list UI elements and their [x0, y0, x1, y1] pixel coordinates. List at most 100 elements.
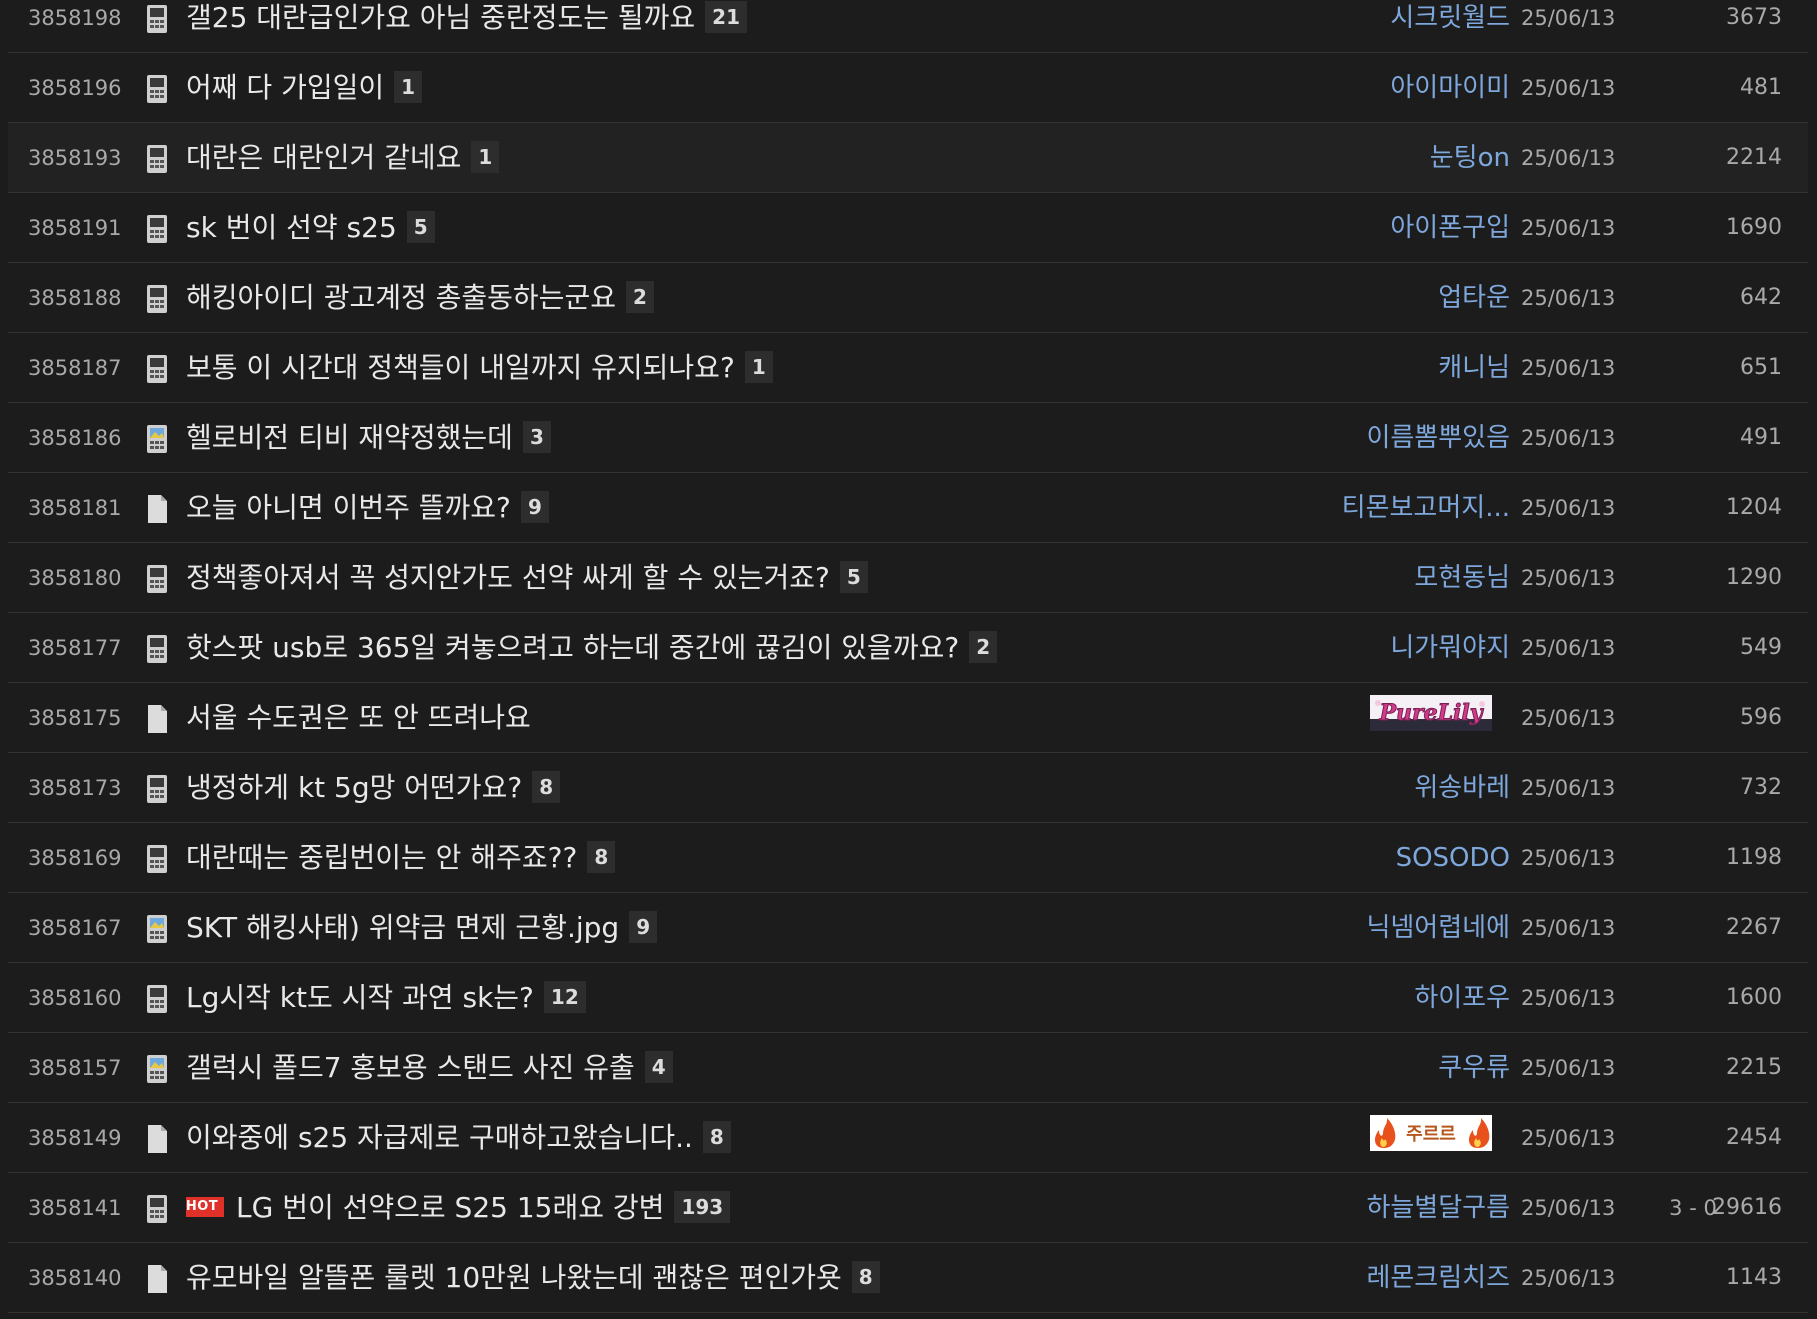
author-name[interactable]: 티몬보고머지...	[1250, 473, 1510, 543]
author-name[interactable]: 아이폰구입	[1250, 193, 1510, 263]
post-title[interactable]: 정책좋아져서 꼭 성지안가도 선약 싸게 할 수 있는거죠?	[186, 561, 830, 594]
comment-count[interactable]: 2	[625, 281, 654, 313]
comment-count[interactable]: 8	[851, 1261, 880, 1293]
post-title-link[interactable]: 유모바일 알뜰폰 룰렛 10만원 나왔는데 괜찮은 편인가욧 8	[186, 1243, 1316, 1313]
post-row[interactable]: 3858193 대란은 대란인거 같네요 1 눈팅on 25/06/13 2214	[8, 123, 1808, 193]
comment-count[interactable]: 3	[522, 421, 551, 453]
author-name[interactable]: 위송바레	[1250, 753, 1510, 823]
author-name[interactable]: 니가뭐야지	[1250, 613, 1510, 683]
author-name[interactable]: 모현동님	[1250, 543, 1510, 613]
post-date: 25/06/13	[1521, 706, 1616, 730]
post-title-link[interactable]: HOT LG 번이 선약으로 S25 15래요 강변 193	[186, 1173, 1316, 1243]
comment-count[interactable]: 4	[644, 1051, 673, 1083]
comment-count[interactable]: 21	[705, 1, 747, 33]
author-name[interactable]: 하이포우	[1250, 963, 1510, 1033]
post-title-link[interactable]: 이와중에 s25 자급제로 구매하고왔습니다.. 8	[186, 1103, 1316, 1173]
post-row[interactable]: 3858198 갤25 대란급인가요 아님 중란정도는 될까요 21 시크릿월드 …	[8, 0, 1808, 53]
author-name[interactable]: 눈팅on	[1250, 123, 1510, 193]
post-title[interactable]: LG 번이 선약으로 S25 15래요 강변	[236, 1191, 664, 1224]
post-row[interactable]: 3858187 보통 이 시간대 정책들이 내일까지 유지되나요? 1 캐니님 2…	[8, 333, 1808, 403]
post-date: 25/06/13	[1521, 76, 1616, 100]
post-title[interactable]: 이와중에 s25 자급제로 구매하고왔습니다..	[186, 1121, 693, 1154]
comment-count[interactable]: 2	[969, 631, 998, 663]
post-row[interactable]: 3858167 SKT 해킹사태) 위약금 면제 근황.jpg 9 닉넴어렵네에 …	[8, 893, 1808, 963]
author-name[interactable]: 쿠우류	[1250, 1033, 1510, 1103]
post-title[interactable]: 유모바일 알뜰폰 룰렛 10만원 나왔는데 괜찮은 편인가욧	[186, 1261, 842, 1294]
comment-count[interactable]: 8	[587, 841, 616, 873]
author-name[interactable]: 업타운	[1250, 263, 1510, 333]
post-row[interactable]: 3858160 Lg시작 kt도 시작 과연 sk는? 12 하이포우 25/06…	[8, 963, 1808, 1033]
post-title-link[interactable]: 핫스팟 usb로 365일 켜놓으려고 하는데 중간에 끊김이 있을까요? 2	[186, 613, 1316, 683]
post-title-link[interactable]: 보통 이 시간대 정책들이 내일까지 유지되나요? 1	[186, 333, 1316, 403]
post-row[interactable]: 3858196 어째 다 가입일이 1 아이마이미 25/06/13 481	[8, 53, 1808, 123]
post-title[interactable]: 보통 이 시간대 정책들이 내일까지 유지되나요?	[186, 351, 735, 384]
author-name[interactable]: 레몬크림치즈	[1250, 1243, 1510, 1313]
post-title[interactable]: 오늘 아니면 이번주 뜰까요?	[186, 491, 511, 524]
post-title[interactable]: 갤25 대란급인가요 아님 중란정도는 될까요	[186, 1, 695, 34]
post-title-link[interactable]: 어째 다 가입일이 1	[186, 53, 1316, 123]
post-title[interactable]: 대란은 대란인거 같네요	[186, 141, 461, 174]
post-row[interactable]: 3858169 대란때는 중립번이는 안 해주죠?? 8 SOSODO 25/06…	[8, 823, 1808, 893]
post-row[interactable]: 3858157 갤럭시 폴드7 홍보용 스탠드 사진 유출 4 쿠우류 25/06…	[8, 1033, 1808, 1103]
comment-count[interactable]: 1	[744, 351, 773, 383]
post-title[interactable]: SKT 해킹사태) 위약금 면제 근황.jpg	[186, 911, 619, 944]
comment-count[interactable]: 9	[520, 491, 549, 523]
post-date: 25/06/13	[1521, 146, 1616, 170]
author-nickname-image[interactable]: 주르르	[1370, 1115, 1510, 1157]
post-title-link[interactable]: Lg시작 kt도 시작 과연 sk는? 12	[186, 963, 1316, 1033]
post-row[interactable]: 3858186 헬로비전 티비 재약정했는데 3 이름뽐뿌있음 25/06/13 …	[8, 403, 1808, 473]
post-title-link[interactable]: 오늘 아니면 이번주 뜰까요? 9	[186, 473, 1316, 543]
author-name[interactable]: 캐니님	[1250, 333, 1510, 403]
post-title[interactable]: 헬로비전 티비 재약정했는데	[186, 421, 513, 454]
author-name[interactable]: 하늘별달구름	[1250, 1173, 1510, 1243]
post-row[interactable]: 3858191 sk 번이 선약 s25 5 아이폰구입 25/06/13 169…	[8, 193, 1808, 263]
comment-count[interactable]: 193	[674, 1191, 731, 1223]
post-row[interactable]: 3858181 오늘 아니면 이번주 뜰까요? 9 티몬보고머지... 25/06…	[8, 473, 1808, 543]
author-name[interactable]: 닉넴어렵네에	[1250, 893, 1510, 963]
comment-count[interactable]: 5	[839, 561, 868, 593]
post-title-link[interactable]: 헬로비전 티비 재약정했는데 3	[186, 403, 1316, 473]
post-title-link[interactable]: 냉정하게 kt 5g망 어떤가요? 8	[186, 753, 1316, 823]
author-name[interactable]: SOSODO	[1250, 823, 1510, 893]
post-row[interactable]: 3858149 이와중에 s25 자급제로 구매하고왔습니다.. 8 주르르 25…	[8, 1103, 1808, 1173]
post-row[interactable]: 3858188 해킹아이디 광고계정 총출동하는군요 2 업타운 25/06/13…	[8, 263, 1808, 333]
author-name[interactable]: 아이마이미	[1250, 53, 1510, 123]
comment-count[interactable]: 9	[629, 911, 658, 943]
author-name[interactable]: 이름뽐뿌있음	[1250, 403, 1510, 473]
post-title-link[interactable]: 정책좋아져서 꼭 성지안가도 선약 싸게 할 수 있는거죠? 5	[186, 543, 1316, 613]
comment-count[interactable]: 1	[471, 141, 500, 173]
post-title-link[interactable]: 대란은 대란인거 같네요 1	[186, 123, 1316, 193]
post-row[interactable]: 3858180 정책좋아져서 꼭 성지안가도 선약 싸게 할 수 있는거죠? 5 …	[8, 543, 1808, 613]
comment-count[interactable]: 5	[406, 211, 435, 243]
post-title-link[interactable]: SKT 해킹사태) 위약금 면제 근황.jpg 9	[186, 893, 1316, 963]
post-row[interactable]: 3858173 냉정하게 kt 5g망 어떤가요? 8 위송바레 25/06/13…	[8, 753, 1808, 823]
post-title[interactable]: 핫스팟 usb로 365일 켜놓으려고 하는데 중간에 끊김이 있을까요?	[186, 631, 959, 664]
post-title-link[interactable]: 대란때는 중립번이는 안 해주죠?? 8	[186, 823, 1316, 893]
post-title-link[interactable]: 해킹아이디 광고계정 총출동하는군요 2	[186, 263, 1316, 333]
comment-count[interactable]: 1	[394, 71, 423, 103]
post-date: 25/06/13	[1521, 986, 1616, 1010]
comment-count[interactable]: 8	[702, 1121, 731, 1153]
post-row[interactable]: 3858177 핫스팟 usb로 365일 켜놓으려고 하는데 중간에 끊김이 …	[8, 613, 1808, 683]
post-row[interactable]: 3858141 HOT LG 번이 선약으로 S25 15래요 강변 193 하늘별…	[8, 1173, 1808, 1243]
post-row[interactable]: 3858175 서울 수도권은 또 안 뜨려나요 PureLily 25/06/…	[8, 683, 1808, 753]
comment-count[interactable]: 8	[532, 771, 561, 803]
post-title[interactable]: 어째 다 가입일이	[186, 71, 384, 104]
post-title[interactable]: sk 번이 선약 s25	[186, 211, 397, 244]
author-name[interactable]: 시크릿월드	[1250, 0, 1510, 53]
post-title[interactable]: 냉정하게 kt 5g망 어떤가요?	[186, 771, 522, 804]
mobile-icon	[145, 144, 173, 173]
post-title[interactable]: Lg시작 kt도 시작 과연 sk는?	[186, 981, 534, 1014]
post-title-link[interactable]: 갤럭시 폴드7 홍보용 스탠드 사진 유출 4	[186, 1033, 1316, 1103]
post-title[interactable]: 서울 수도권은 또 안 뜨려나요	[186, 701, 531, 734]
post-title-link[interactable]: sk 번이 선약 s25 5	[186, 193, 1316, 263]
post-title[interactable]: 갤럭시 폴드7 홍보용 스탠드 사진 유출	[186, 1051, 635, 1084]
post-title-link[interactable]: 서울 수도권은 또 안 뜨려나요	[186, 683, 1316, 753]
post-title-link[interactable]: 갤25 대란급인가요 아님 중란정도는 될까요 21	[186, 0, 1316, 53]
author-nickname-image[interactable]: PureLily	[1370, 695, 1510, 737]
post-title[interactable]: 해킹아이디 광고계정 총출동하는군요	[186, 281, 616, 314]
post-title[interactable]: 대란때는 중립번이는 안 해주죠??	[186, 841, 577, 874]
comment-count[interactable]: 12	[543, 981, 586, 1013]
post-row[interactable]: 3858140 유모바일 알뜰폰 룰렛 10만원 나왔는데 괜찮은 편인가욧 8 …	[8, 1243, 1808, 1313]
view-count: 2214	[1726, 145, 1782, 170]
